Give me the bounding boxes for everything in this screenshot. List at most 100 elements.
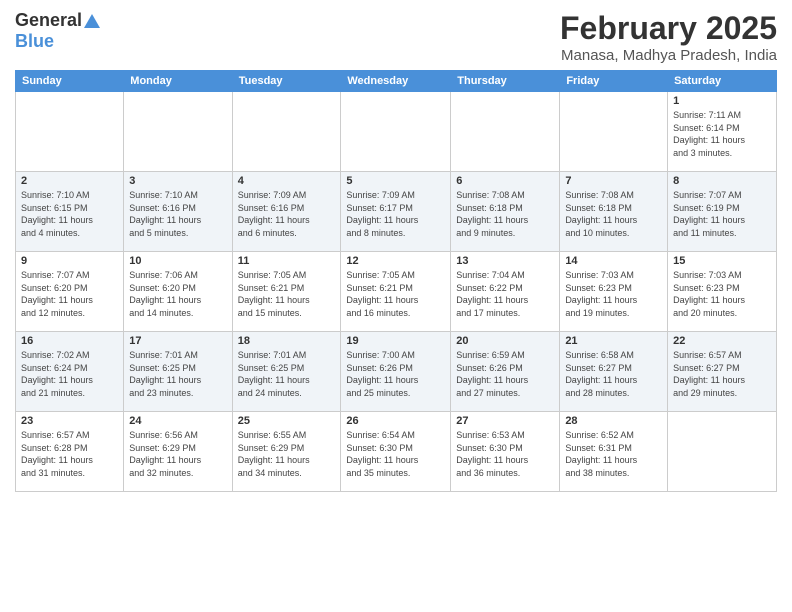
calendar-day-cell: 1 Sunrise: 7:11 AM Sunset: 6:14 PM Daylig… <box>668 92 777 172</box>
calendar-day-cell <box>232 92 341 172</box>
calendar-day-cell: 20 Sunrise: 6:59 AM Sunset: 6:26 PM Dayli… <box>451 332 560 412</box>
calendar-day-cell: 13 Sunrise: 7:04 AM Sunset: 6:22 PM Dayli… <box>451 252 560 332</box>
day-number: 11 <box>238 255 336 267</box>
calendar-week-row: 16 Sunrise: 7:02 AM Sunset: 6:24 PM Dayli… <box>16 332 777 412</box>
calendar-header-row: SundayMondayTuesdayWednesdayThursdayFrid… <box>16 71 777 92</box>
calendar-day-cell: 5 Sunrise: 7:09 AM Sunset: 6:17 PM Daylig… <box>341 172 451 252</box>
calendar-day-cell: 26 Sunrise: 6:54 AM Sunset: 6:30 PM Dayli… <box>341 412 451 492</box>
title-block: February 2025 Manasa, Madhya Pradesh, In… <box>560 10 777 64</box>
day-info: Sunrise: 7:02 AM Sunset: 6:24 PM Dayligh… <box>21 349 118 399</box>
day-number: 20 <box>456 335 554 347</box>
calendar-day-cell: 24 Sunrise: 6:56 AM Sunset: 6:29 PM Dayli… <box>124 412 232 492</box>
day-number: 16 <box>21 335 118 347</box>
calendar-day-cell: 4 Sunrise: 7:09 AM Sunset: 6:16 PM Daylig… <box>232 172 341 252</box>
calendar-day-cell: 28 Sunrise: 6:52 AM Sunset: 6:31 PM Dayli… <box>560 412 668 492</box>
day-of-week-header: Wednesday <box>341 71 451 92</box>
day-number: 9 <box>21 255 118 267</box>
day-of-week-header: Tuesday <box>232 71 341 92</box>
calendar-day-cell: 18 Sunrise: 7:01 AM Sunset: 6:25 PM Dayli… <box>232 332 341 412</box>
calendar-day-cell: 8Sunrise: 7:07 AM Sunset: 6:19 PM Daylig… <box>668 172 777 252</box>
calendar-day-cell: 14 Sunrise: 7:03 AM Sunset: 6:23 PM Dayli… <box>560 252 668 332</box>
day-info: Sunrise: 6:53 AM Sunset: 6:30 PM Dayligh… <box>456 429 554 479</box>
calendar-day-cell: 7 Sunrise: 7:08 AM Sunset: 6:18 PM Daylig… <box>560 172 668 252</box>
day-number: 28 <box>565 415 662 427</box>
day-number: 4 <box>238 175 336 187</box>
day-number: 27 <box>456 415 554 427</box>
day-info: Sunrise: 7:01 AM Sunset: 6:25 PM Dayligh… <box>238 349 336 399</box>
calendar-week-row: 1 Sunrise: 7:11 AM Sunset: 6:14 PM Daylig… <box>16 92 777 172</box>
calendar-day-cell: 9 Sunrise: 7:07 AM Sunset: 6:20 PM Daylig… <box>16 252 124 332</box>
day-info: Sunrise: 7:09 AM Sunset: 6:16 PM Dayligh… <box>238 189 336 239</box>
day-number: 2 <box>21 175 118 187</box>
day-info: Sunrise: 7:11 AM Sunset: 6:14 PM Dayligh… <box>673 109 771 159</box>
day-number: 25 <box>238 415 336 427</box>
calendar-day-cell <box>341 92 451 172</box>
day-info: Sunrise: 7:01 AM Sunset: 6:25 PM Dayligh… <box>129 349 226 399</box>
day-info: Sunrise: 6:57 AM Sunset: 6:28 PM Dayligh… <box>21 429 118 479</box>
day-number: 24 <box>129 415 226 427</box>
day-info: Sunrise: 6:55 AM Sunset: 6:29 PM Dayligh… <box>238 429 336 479</box>
calendar-day-cell <box>451 92 560 172</box>
day-number: 1 <box>673 95 771 107</box>
calendar-week-row: 23 Sunrise: 6:57 AM Sunset: 6:28 PM Dayli… <box>16 412 777 492</box>
calendar-day-cell: 11 Sunrise: 7:05 AM Sunset: 6:21 PM Dayli… <box>232 252 341 332</box>
location: Manasa, Madhya Pradesh, India <box>560 47 777 64</box>
day-info: Sunrise: 7:08 AM Sunset: 6:18 PM Dayligh… <box>565 189 662 239</box>
calendar-day-cell: 21Sunrise: 6:58 AM Sunset: 6:27 PM Dayli… <box>560 332 668 412</box>
day-info: Sunrise: 7:07 AM Sunset: 6:20 PM Dayligh… <box>21 269 118 319</box>
calendar-day-cell: 23 Sunrise: 6:57 AM Sunset: 6:28 PM Dayli… <box>16 412 124 492</box>
page: General Blue February 2025 Manasa, Madhy… <box>0 0 792 612</box>
calendar-table: SundayMondayTuesdayWednesdayThursdayFrid… <box>15 70 777 492</box>
day-of-week-header: Monday <box>124 71 232 92</box>
day-info: Sunrise: 7:03 AM Sunset: 6:23 PM Dayligh… <box>565 269 662 319</box>
day-number: 18 <box>238 335 336 347</box>
day-info: Sunrise: 7:03 AM Sunset: 6:23 PM Dayligh… <box>673 269 771 319</box>
month-year: February 2025 <box>560 10 777 47</box>
day-number: 22 <box>673 335 771 347</box>
logo-general-text: General <box>15 10 82 31</box>
day-info: Sunrise: 6:52 AM Sunset: 6:31 PM Dayligh… <box>565 429 662 479</box>
day-number: 19 <box>346 335 445 347</box>
day-number: 14 <box>565 255 662 267</box>
day-info: Sunrise: 6:54 AM Sunset: 6:30 PM Dayligh… <box>346 429 445 479</box>
day-number: 12 <box>346 255 445 267</box>
day-of-week-header: Thursday <box>451 71 560 92</box>
day-number: 8 <box>673 175 771 187</box>
day-number: 26 <box>346 415 445 427</box>
calendar-day-cell <box>668 412 777 492</box>
calendar-day-cell: 2 Sunrise: 7:10 AM Sunset: 6:15 PM Daylig… <box>16 172 124 252</box>
calendar-day-cell: 17 Sunrise: 7:01 AM Sunset: 6:25 PM Dayli… <box>124 332 232 412</box>
logo: General Blue <box>15 10 100 52</box>
day-info: Sunrise: 7:10 AM Sunset: 6:15 PM Dayligh… <box>21 189 118 239</box>
day-number: 17 <box>129 335 226 347</box>
day-info: Sunrise: 6:57 AM Sunset: 6:27 PM Dayligh… <box>673 349 771 399</box>
day-info: Sunrise: 7:00 AM Sunset: 6:26 PM Dayligh… <box>346 349 445 399</box>
day-info: Sunrise: 6:56 AM Sunset: 6:29 PM Dayligh… <box>129 429 226 479</box>
calendar-day-cell: 16 Sunrise: 7:02 AM Sunset: 6:24 PM Dayli… <box>16 332 124 412</box>
logo-triangle-icon <box>84 14 100 28</box>
day-number: 5 <box>346 175 445 187</box>
day-number: 10 <box>129 255 226 267</box>
header: General Blue February 2025 Manasa, Madhy… <box>15 10 777 64</box>
day-number: 21 <box>565 335 662 347</box>
day-info: Sunrise: 7:06 AM Sunset: 6:20 PM Dayligh… <box>129 269 226 319</box>
calendar-day-cell <box>16 92 124 172</box>
day-info: Sunrise: 7:05 AM Sunset: 6:21 PM Dayligh… <box>238 269 336 319</box>
calendar-day-cell: 19 Sunrise: 7:00 AM Sunset: 6:26 PM Dayli… <box>341 332 451 412</box>
calendar-day-cell <box>560 92 668 172</box>
calendar-day-cell: 27 Sunrise: 6:53 AM Sunset: 6:30 PM Dayli… <box>451 412 560 492</box>
day-number: 13 <box>456 255 554 267</box>
day-info: Sunrise: 6:59 AM Sunset: 6:26 PM Dayligh… <box>456 349 554 399</box>
day-info: Sunrise: 7:08 AM Sunset: 6:18 PM Dayligh… <box>456 189 554 239</box>
calendar-day-cell: 6Sunrise: 7:08 AM Sunset: 6:18 PM Daylig… <box>451 172 560 252</box>
day-of-week-header: Saturday <box>668 71 777 92</box>
calendar-day-cell <box>124 92 232 172</box>
calendar-day-cell: 15 Sunrise: 7:03 AM Sunset: 6:23 PM Dayli… <box>668 252 777 332</box>
day-number: 23 <box>21 415 118 427</box>
day-number: 15 <box>673 255 771 267</box>
day-info: Sunrise: 7:09 AM Sunset: 6:17 PM Dayligh… <box>346 189 445 239</box>
calendar-week-row: 9 Sunrise: 7:07 AM Sunset: 6:20 PM Daylig… <box>16 252 777 332</box>
day-number: 7 <box>565 175 662 187</box>
calendar-day-cell: 3Sunrise: 7:10 AM Sunset: 6:16 PM Daylig… <box>124 172 232 252</box>
day-info: Sunrise: 7:04 AM Sunset: 6:22 PM Dayligh… <box>456 269 554 319</box>
